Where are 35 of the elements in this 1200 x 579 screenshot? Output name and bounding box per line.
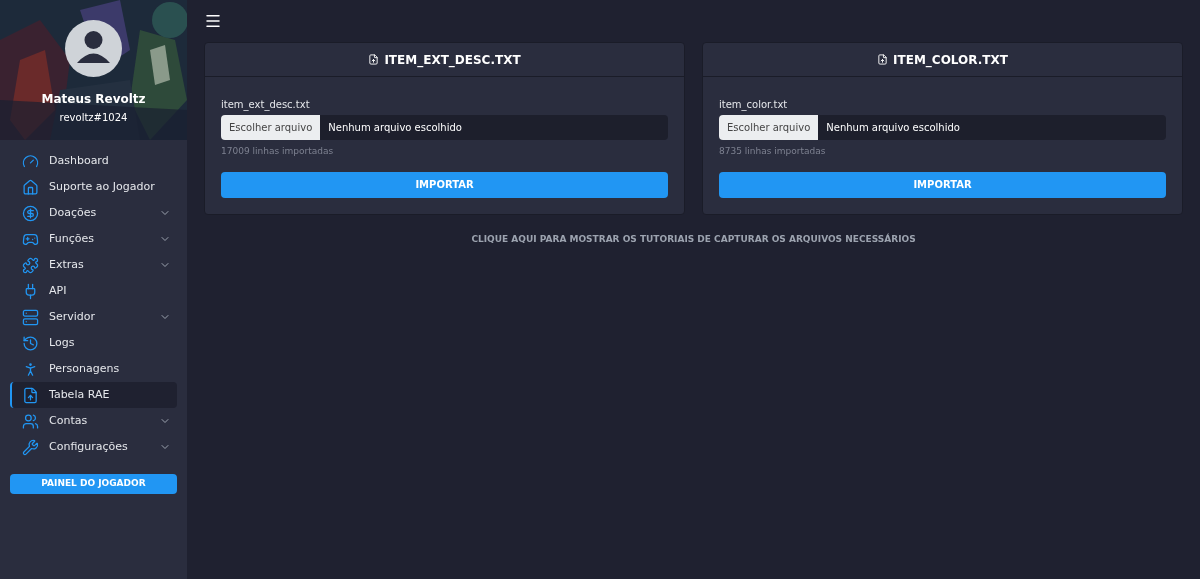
menu-item[interactable]: Configurações xyxy=(10,434,177,460)
menu-item[interactable]: Logs xyxy=(10,330,177,356)
hint-text: 17009 linhas importadas xyxy=(221,145,335,158)
menu-item[interactable]: Doações xyxy=(10,200,177,226)
menu-item[interactable]: Servidor xyxy=(10,304,177,330)
users-icon xyxy=(22,412,39,430)
file-input[interactable]: Escolher arquivo Nenhum arquivo escolhido xyxy=(719,115,1166,140)
menu-item[interactable]: Funções xyxy=(10,226,177,252)
tutorial-link[interactable]: CLIQUE AQUI PARA MOSTRAR OS TUTORIAIS DE CAPTURAR OS ARQUIVOS NECESSÁRIOS xyxy=(471,232,916,246)
history-icon xyxy=(22,334,39,352)
card-title: ITEM_COLOR.TXT xyxy=(893,51,1008,69)
card-title: ITEM_EXT_DESC.TXT xyxy=(384,51,521,69)
coin-icon xyxy=(22,204,39,222)
menu-item[interactable]: Suporte ao Jogador xyxy=(10,174,177,200)
menu-icon[interactable] xyxy=(204,12,222,30)
house-icon xyxy=(22,178,39,196)
file-icon xyxy=(368,54,380,65)
hint-text: 8735 linhas importadas xyxy=(719,145,827,158)
gauge-icon xyxy=(22,152,39,170)
field-label: item_ext_desc.txt xyxy=(221,98,311,112)
puzzle-icon xyxy=(22,256,39,274)
menu-item[interactable]: Extras xyxy=(10,252,177,278)
file-icon xyxy=(877,54,889,65)
file-icon xyxy=(22,386,39,404)
menu-item[interactable]: API xyxy=(10,278,177,304)
menu-item[interactable]: Personagens xyxy=(10,356,177,382)
menu-item[interactable]: Tabela RAE xyxy=(10,382,177,408)
user-name: Mateus Revoltz xyxy=(41,91,146,108)
user-handle: revoltz#1024 xyxy=(59,111,128,125)
wrench-icon xyxy=(22,438,39,456)
server-icon xyxy=(22,308,39,326)
field-label: item_color.txt xyxy=(719,98,789,112)
file-input[interactable]: Escolher arquivo Nenhum arquivo escolhido xyxy=(221,115,668,140)
menu-item[interactable]: Dashboard xyxy=(10,148,177,174)
menu-item[interactable]: Contas xyxy=(10,408,177,434)
